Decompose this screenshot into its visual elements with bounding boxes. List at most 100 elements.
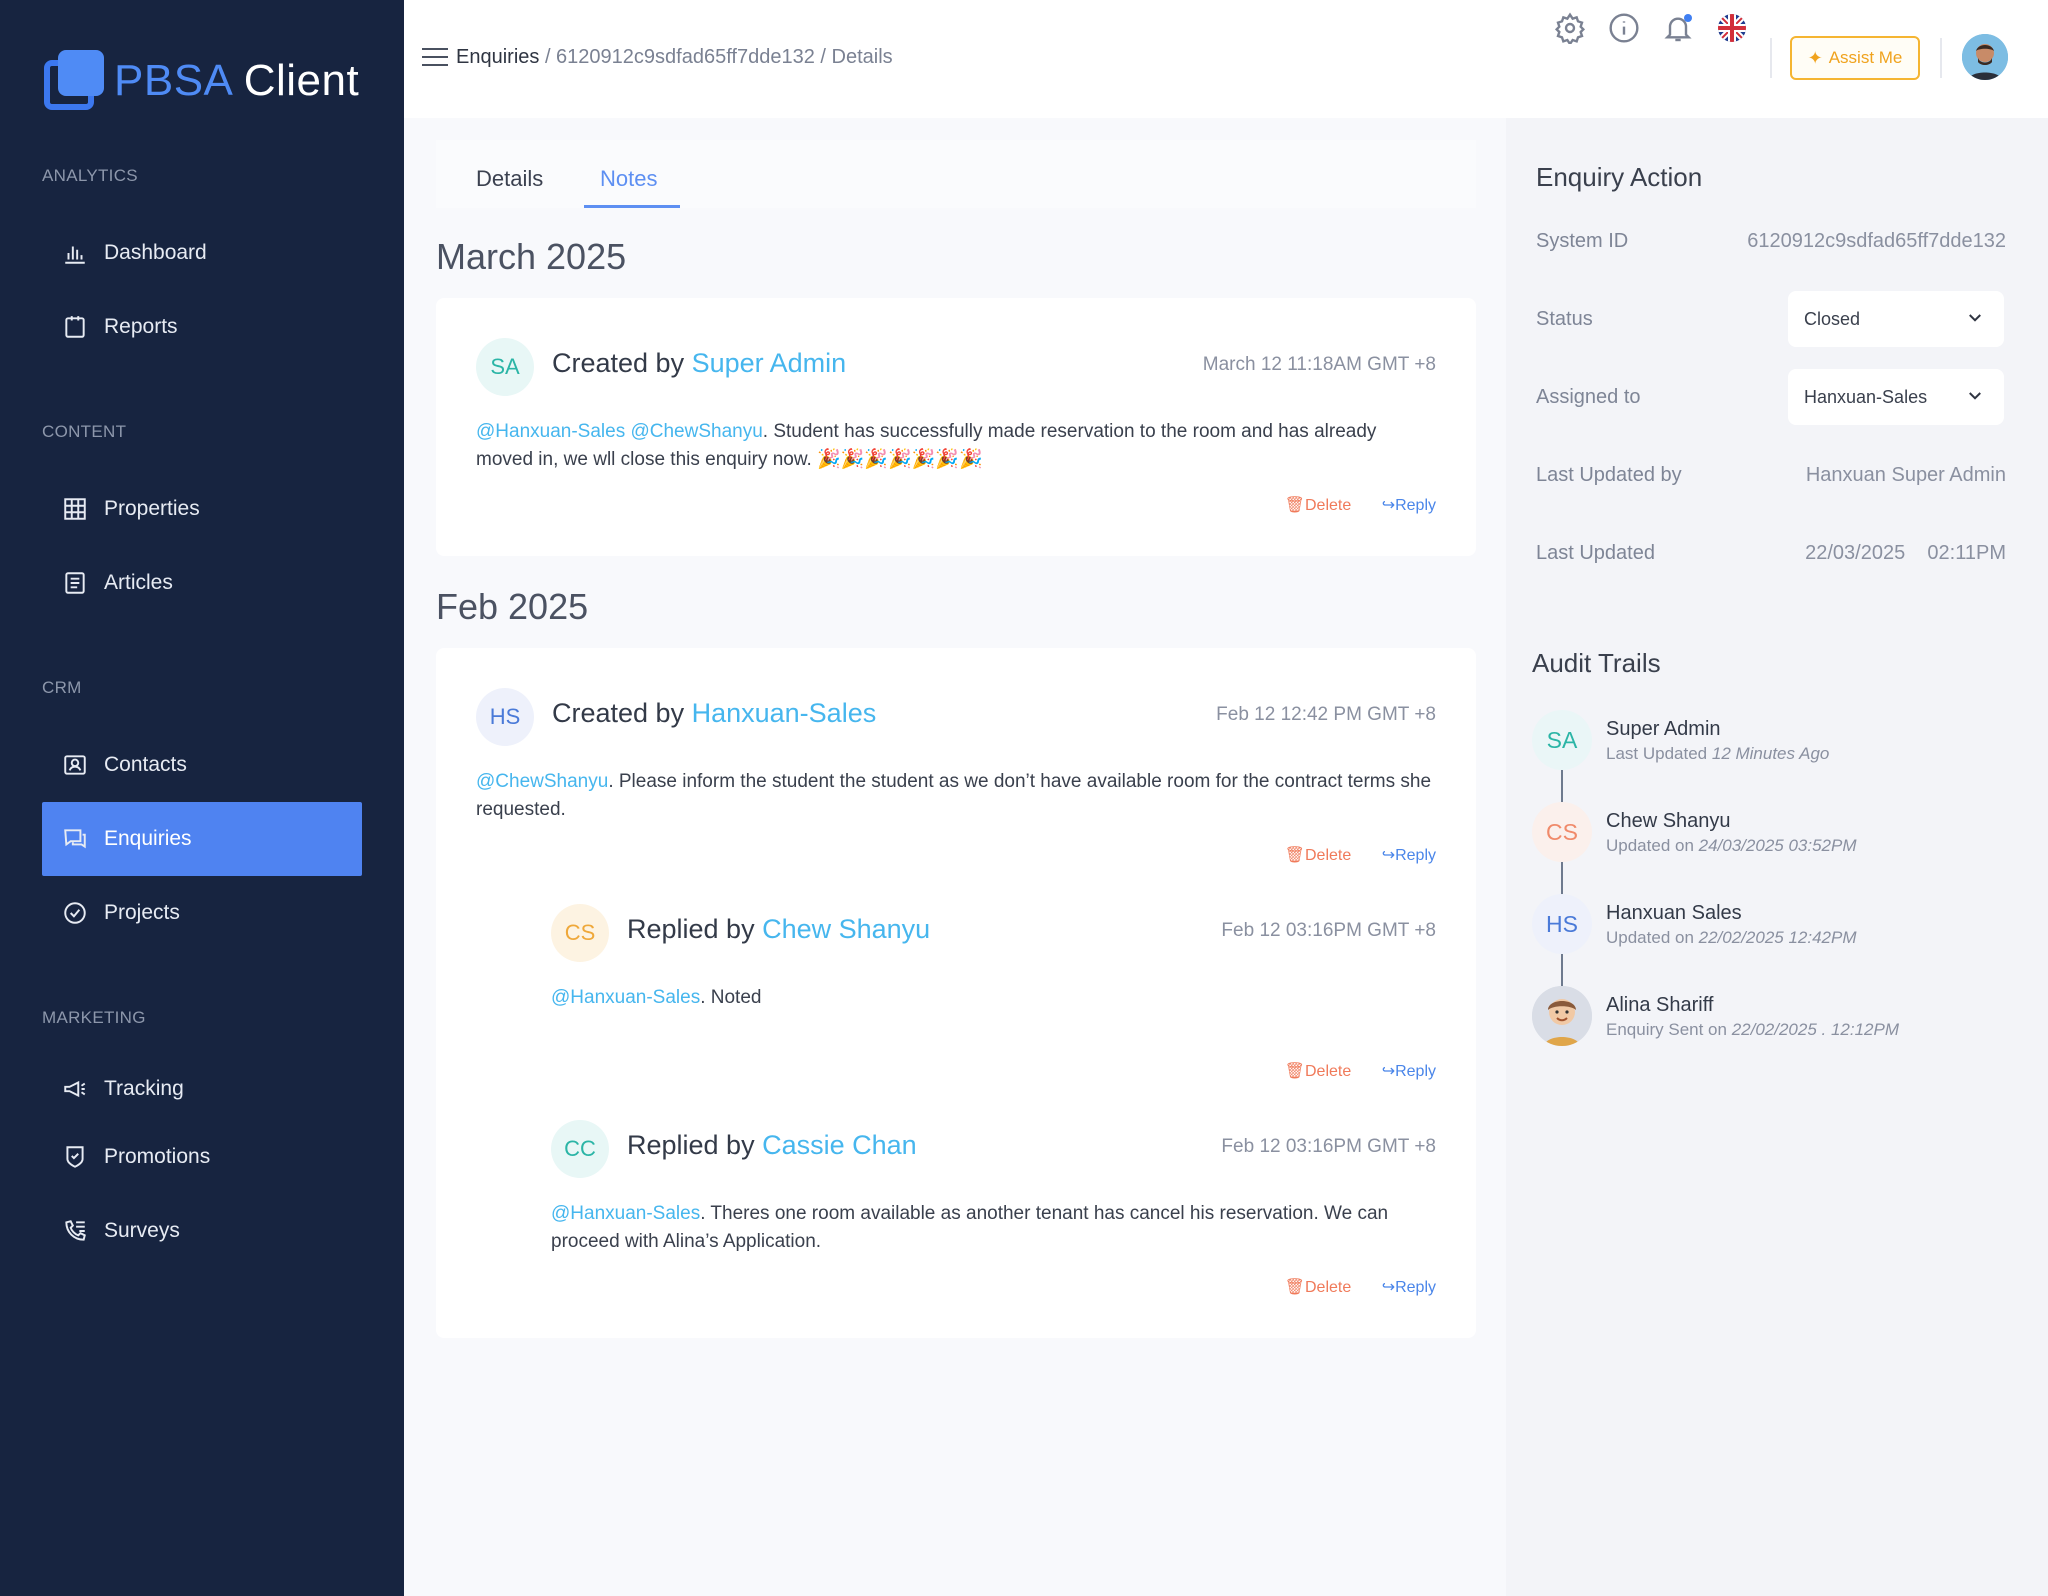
uk-flag-icon[interactable] (1716, 12, 1748, 44)
sidebar-item-label: Properties (104, 497, 200, 520)
reply-icon: ↪ (1381, 497, 1396, 514)
sidebar-item-enquiries[interactable]: Enquiries (42, 802, 362, 876)
section-crm: CRM (42, 678, 82, 697)
audit-connector (1561, 954, 1563, 988)
building-icon (60, 494, 90, 524)
reply-timestamp: Feb 12 03:16PM GMT +8 (1221, 920, 1436, 941)
system-id-value: 6120912c9sdfad65ff7dde132 (1747, 230, 2006, 252)
note-mentions[interactable]: @ChewShanyu (476, 771, 608, 792)
tab-notes[interactable]: Notes (600, 166, 657, 192)
section-content: CONTENT (42, 422, 127, 441)
phone-list-icon (60, 1216, 90, 1246)
audit-avatar-photo (1532, 986, 1592, 1046)
reply-mentions[interactable]: @Hanxuan-Sales (551, 987, 700, 1008)
section-marketing: MARKETING (42, 1008, 146, 1027)
logo-icon (42, 50, 104, 112)
audit-connector (1561, 770, 1563, 804)
chat-icon (60, 824, 90, 854)
reply-timestamp: Feb 12 03:16PM GMT +8 (1221, 1136, 1436, 1157)
note-actions: 🗑Delete ↪Reply (1285, 845, 1436, 865)
delete-button[interactable]: 🗑Delete (1285, 847, 1352, 864)
trash-icon: 🗑 (1284, 1279, 1305, 1296)
menu-icon[interactable] (422, 48, 448, 66)
bar-chart-icon (60, 238, 90, 268)
reply-button[interactable]: ↪Reply (1382, 847, 1436, 864)
audit-detail: Updated on 24/03/2025 03:52PM (1606, 836, 1857, 855)
notification-dot (1684, 14, 1692, 22)
sidebar-item-label: Reports (104, 315, 178, 338)
breadcrumb-root[interactable]: Enquiries (456, 46, 539, 68)
last-updated-value: 22/03/2025 02:11PM (1805, 542, 2006, 564)
last-updated-label: Last Updated (1536, 542, 1655, 564)
note-mentions[interactable]: @Hanxuan-Sales @ChewShanyu (476, 421, 763, 442)
megaphone-icon (60, 1074, 90, 1104)
reply-button[interactable]: ↪Reply (1382, 497, 1436, 514)
reply-icon: ↪ (1381, 847, 1396, 864)
shield-check-icon (60, 1142, 90, 1172)
contact-card-icon (60, 750, 90, 780)
reply-text: . Noted (700, 987, 762, 1008)
assigned-value: Hanxuan-Sales (1804, 386, 1928, 407)
gear-icon[interactable] (1554, 12, 1586, 47)
info-icon[interactable] (1608, 12, 1640, 44)
brand-logo[interactable]: PBSA Client (42, 50, 359, 112)
note-author-link[interactable]: Hanxuan-Sales (692, 698, 877, 728)
audit-trails-title: Audit Trails (1532, 648, 1661, 678)
tab-bar: Details Notes (436, 140, 1476, 208)
reply-mentions[interactable]: @Hanxuan-Sales (551, 1203, 700, 1224)
reply-author-link[interactable]: Chew Shanyu (762, 914, 930, 944)
sidebar-item-reports[interactable]: Reports (42, 290, 362, 364)
reply-actions: 🗑Delete ↪Reply (1285, 1061, 1436, 1081)
delete-button[interactable]: 🗑Delete (1285, 1063, 1352, 1080)
sidebar-item-projects[interactable]: Projects (42, 876, 362, 950)
system-id-label: System ID (1536, 230, 1629, 252)
audit-avatar: CS (1532, 802, 1592, 862)
delete-button[interactable]: 🗑Delete (1285, 497, 1352, 514)
sidebar-item-contacts[interactable]: Contacts (42, 728, 362, 802)
note-timestamp: Feb 12 12:42 PM GMT +8 (1216, 704, 1436, 725)
note-timestamp: March 12 11:18AM GMT +8 (1202, 354, 1436, 375)
sidebar-item-properties[interactable]: Properties (42, 472, 362, 546)
audit-name: Hanxuan Sales (1606, 902, 1742, 924)
sidebar-item-label: Surveys (104, 1219, 180, 1242)
delete-button[interactable]: 🗑Delete (1285, 1279, 1352, 1296)
sidebar-item-tracking[interactable]: Tracking (42, 1052, 362, 1126)
note-author-initials: SA (476, 338, 534, 396)
top-bar: Enquiries / 6120912c9sdfad65ff7dde132 / … (404, 0, 2048, 118)
last-updated-by-label: Last Updated by (1536, 464, 1682, 486)
note-body: @Hanxuan-Sales @ChewShanyu. Student has … (476, 418, 1436, 474)
audit-detail: Last Updated 12 Minutes Ago (1606, 744, 1830, 763)
sidebar-item-label: Dashboard (104, 241, 207, 264)
enquiry-action-title: Enquiry Action (1536, 162, 1703, 192)
sidebar-item-promotions[interactable]: Promotions (42, 1120, 362, 1194)
audit-name: Alina Shariff (1606, 994, 1714, 1016)
clipboard-icon (60, 312, 90, 342)
assist-me-button[interactable]: ✦ Assist Me (1790, 36, 1920, 80)
audit-connector (1561, 862, 1563, 896)
reply-button[interactable]: ↪Reply (1382, 1063, 1436, 1080)
sidebar-item-articles[interactable]: Articles (42, 546, 362, 620)
reply-button[interactable]: ↪Reply (1382, 1279, 1436, 1296)
note-author-link[interactable]: Super Admin (692, 348, 847, 378)
reply-body: @Hanxuan-Sales. Theres one room availabl… (551, 1200, 1436, 1256)
status-label: Status (1536, 308, 1593, 330)
reply-icon: ↪ (1381, 1063, 1396, 1080)
reply-header: Replied by Cassie Chan (627, 1130, 917, 1160)
reply-author-link[interactable]: Cassie Chan (762, 1130, 917, 1160)
user-avatar[interactable] (1962, 34, 2008, 80)
assigned-select[interactable]: Hanxuan-Sales (1788, 369, 2004, 425)
check-circle-icon (60, 898, 90, 928)
divider (1940, 38, 1942, 78)
tab-details[interactable]: Details (476, 166, 543, 192)
sidebar-item-dashboard[interactable]: Dashboard (42, 216, 362, 290)
audit-detail: Updated on 22/02/2025 12:42PM (1606, 928, 1857, 947)
sidebar-item-label: Contacts (104, 753, 187, 776)
reply-author-initials: CC (551, 1120, 609, 1178)
tab-active-indicator (584, 205, 680, 208)
chevron-down-icon (1969, 314, 1981, 322)
breadcrumb: Enquiries / 6120912c9sdfad65ff7dde132 / … (456, 46, 893, 69)
bell-icon[interactable] (1662, 12, 1694, 44)
status-select[interactable]: Closed (1788, 291, 2004, 347)
sidebar-item-surveys[interactable]: Surveys (42, 1194, 362, 1268)
sparkle-icon: ✦ (1807, 47, 1823, 68)
